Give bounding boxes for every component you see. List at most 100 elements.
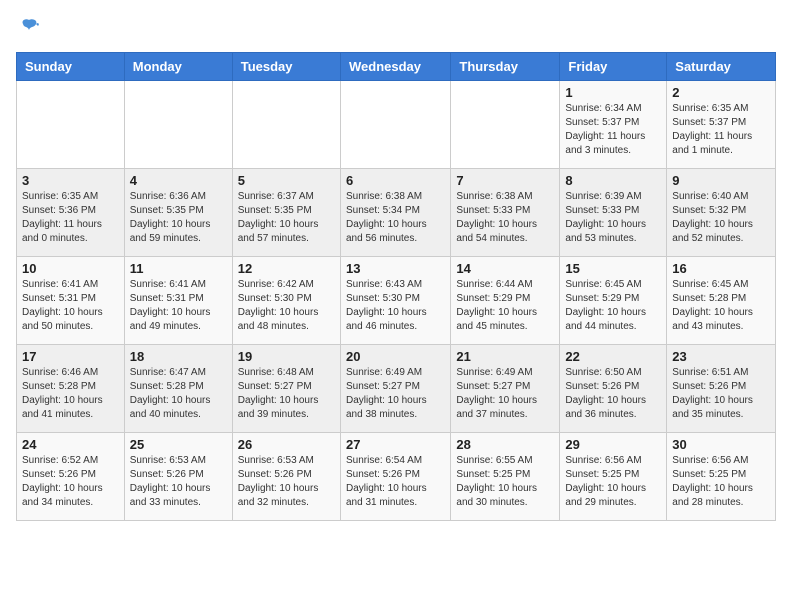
- day-info: Sunrise: 6:43 AM Sunset: 5:30 PM Dayligh…: [346, 278, 445, 334]
- header-monday: Monday: [124, 53, 232, 81]
- day-number: 25: [130, 437, 227, 452]
- calendar-cell: 22Sunrise: 6:50 AM Sunset: 5:26 PM Dayli…: [560, 345, 667, 433]
- header-thursday: Thursday: [451, 53, 560, 81]
- day-number: 29: [565, 437, 661, 452]
- day-info: Sunrise: 6:54 AM Sunset: 5:26 PM Dayligh…: [346, 454, 445, 510]
- calendar-cell: 1 Sunrise: 6:34 AM Sunset: 5:37 PM Daylig…: [560, 81, 667, 169]
- calendar-cell: 28 Sunrise: 6:55 AM Sunset: 5:25 PM Dayli…: [451, 433, 560, 521]
- calendar-cell: [124, 81, 232, 169]
- day-number: 4: [130, 173, 227, 188]
- day-info: Sunrise: 6:38 AM Sunset: 5:33 PM Dayligh…: [456, 190, 554, 246]
- day-number: 13: [346, 261, 445, 276]
- day-info: Sunrise: 6:35 AM Sunset: 5:36 PM Dayligh…: [22, 190, 119, 246]
- day-number: 12: [238, 261, 335, 276]
- day-number: 5: [238, 173, 335, 188]
- calendar-cell: 27 Sunrise: 6:54 AM Sunset: 5:26 PM Dayli…: [340, 433, 450, 521]
- day-info: Sunrise: 6:45 AM Sunset: 5:28 PM Dayligh…: [672, 278, 770, 334]
- calendar-cell: 16 Sunrise: 6:45 AM Sunset: 5:28 PM Dayli…: [667, 257, 776, 345]
- day-number: 2: [672, 85, 770, 100]
- day-number: 11: [130, 261, 227, 276]
- calendar-cell: 8 Sunrise: 6:39 AM Sunset: 5:33 PM Daylig…: [560, 169, 667, 257]
- header-sunday: Sunday: [17, 53, 125, 81]
- day-number: 17: [22, 349, 119, 364]
- day-info: Sunrise: 6:53 AM Sunset: 5:26 PM Dayligh…: [238, 454, 335, 510]
- day-number: 15: [565, 261, 661, 276]
- header-wednesday: Wednesday: [340, 53, 450, 81]
- week-row-0: 1 Sunrise: 6:34 AM Sunset: 5:37 PM Daylig…: [17, 81, 776, 169]
- logo: [16, 16, 40, 44]
- calendar-cell: 25 Sunrise: 6:53 AM Sunset: 5:26 PM Dayli…: [124, 433, 232, 521]
- day-number: 23: [672, 349, 770, 364]
- calendar-cell: 4 Sunrise: 6:36 AM Sunset: 5:35 PM Daylig…: [124, 169, 232, 257]
- header-tuesday: Tuesday: [232, 53, 340, 81]
- day-info: Sunrise: 6:34 AM Sunset: 5:37 PM Dayligh…: [565, 102, 661, 158]
- day-number: 1: [565, 85, 661, 100]
- calendar-cell: [232, 81, 340, 169]
- calendar-cell: 18 Sunrise: 6:47 AM Sunset: 5:28 PM Dayli…: [124, 345, 232, 433]
- calendar-header-row: SundayMondayTuesdayWednesdayThursdayFrid…: [17, 53, 776, 81]
- day-info: Sunrise: 6:41 AM Sunset: 5:31 PM Dayligh…: [22, 278, 119, 334]
- day-info: Sunrise: 6:56 AM Sunset: 5:25 PM Dayligh…: [565, 454, 661, 510]
- week-row-3: 17 Sunrise: 6:46 AM Sunset: 5:28 PM Dayli…: [17, 345, 776, 433]
- calendar-cell: 7 Sunrise: 6:38 AM Sunset: 5:33 PM Daylig…: [451, 169, 560, 257]
- day-info: Sunrise: 6:38 AM Sunset: 5:34 PM Dayligh…: [346, 190, 445, 246]
- week-row-2: 10 Sunrise: 6:41 AM Sunset: 5:31 PM Dayli…: [17, 257, 776, 345]
- calendar-table: SundayMondayTuesdayWednesdayThursdayFrid…: [16, 52, 776, 521]
- calendar-cell: 17 Sunrise: 6:46 AM Sunset: 5:28 PM Dayli…: [17, 345, 125, 433]
- calendar-cell: [451, 81, 560, 169]
- day-info: Sunrise: 6:40 AM Sunset: 5:32 PM Dayligh…: [672, 190, 770, 246]
- day-number: 6: [346, 173, 445, 188]
- day-info: Sunrise: 6:46 AM Sunset: 5:28 PM Dayligh…: [22, 366, 119, 422]
- day-number: 9: [672, 173, 770, 188]
- header-saturday: Saturday: [667, 53, 776, 81]
- calendar-cell: 9 Sunrise: 6:40 AM Sunset: 5:32 PM Daylig…: [667, 169, 776, 257]
- calendar-cell: 21 Sunrise: 6:49 AM Sunset: 5:27 PM Dayli…: [451, 345, 560, 433]
- day-info: Sunrise: 6:51 AM Sunset: 5:26 PM Dayligh…: [672, 366, 770, 422]
- day-info: Sunrise: 6:53 AM Sunset: 5:26 PM Dayligh…: [130, 454, 227, 510]
- calendar-cell: 6 Sunrise: 6:38 AM Sunset: 5:34 PM Daylig…: [340, 169, 450, 257]
- day-info: Sunrise: 6:55 AM Sunset: 5:25 PM Dayligh…: [456, 454, 554, 510]
- day-info: Sunrise: 6:41 AM Sunset: 5:31 PM Dayligh…: [130, 278, 227, 334]
- day-info: Sunrise: 6:52 AM Sunset: 5:26 PM Dayligh…: [22, 454, 119, 510]
- day-info: Sunrise: 6:49 AM Sunset: 5:27 PM Dayligh…: [456, 366, 554, 422]
- day-info: Sunrise: 6:39 AM Sunset: 5:33 PM Dayligh…: [565, 190, 661, 246]
- day-info: Sunrise: 6:42 AM Sunset: 5:30 PM Dayligh…: [238, 278, 335, 334]
- page-header: [16, 16, 776, 44]
- day-number: 27: [346, 437, 445, 452]
- day-number: 19: [238, 349, 335, 364]
- week-row-1: 3 Sunrise: 6:35 AM Sunset: 5:36 PM Daylig…: [17, 169, 776, 257]
- day-number: 3: [22, 173, 119, 188]
- day-info: Sunrise: 6:44 AM Sunset: 5:29 PM Dayligh…: [456, 278, 554, 334]
- calendar-cell: 14Sunrise: 6:44 AM Sunset: 5:29 PM Dayli…: [451, 257, 560, 345]
- day-info: Sunrise: 6:36 AM Sunset: 5:35 PM Dayligh…: [130, 190, 227, 246]
- calendar-cell: 20Sunrise: 6:49 AM Sunset: 5:27 PM Dayli…: [340, 345, 450, 433]
- day-info: Sunrise: 6:47 AM Sunset: 5:28 PM Dayligh…: [130, 366, 227, 422]
- calendar-cell: 23 Sunrise: 6:51 AM Sunset: 5:26 PM Dayli…: [667, 345, 776, 433]
- header-friday: Friday: [560, 53, 667, 81]
- calendar-cell: 19Sunrise: 6:48 AM Sunset: 5:27 PM Dayli…: [232, 345, 340, 433]
- day-info: Sunrise: 6:35 AM Sunset: 5:37 PM Dayligh…: [672, 102, 770, 158]
- day-number: 21: [456, 349, 554, 364]
- calendar-cell: 5Sunrise: 6:37 AM Sunset: 5:35 PM Daylig…: [232, 169, 340, 257]
- day-number: 10: [22, 261, 119, 276]
- week-row-4: 24 Sunrise: 6:52 AM Sunset: 5:26 PM Dayli…: [17, 433, 776, 521]
- calendar-cell: 30Sunrise: 6:56 AM Sunset: 5:25 PM Dayli…: [667, 433, 776, 521]
- calendar-cell: 15 Sunrise: 6:45 AM Sunset: 5:29 PM Dayli…: [560, 257, 667, 345]
- calendar-cell: 26 Sunrise: 6:53 AM Sunset: 5:26 PM Dayli…: [232, 433, 340, 521]
- day-number: 30: [672, 437, 770, 452]
- calendar-cell: 11 Sunrise: 6:41 AM Sunset: 5:31 PM Dayli…: [124, 257, 232, 345]
- day-number: 28: [456, 437, 554, 452]
- logo-bird-icon: [18, 16, 40, 44]
- day-number: 8: [565, 173, 661, 188]
- day-number: 22: [565, 349, 661, 364]
- calendar-cell: 10 Sunrise: 6:41 AM Sunset: 5:31 PM Dayli…: [17, 257, 125, 345]
- day-number: 18: [130, 349, 227, 364]
- day-number: 16: [672, 261, 770, 276]
- calendar-cell: 2 Sunrise: 6:35 AM Sunset: 5:37 PM Daylig…: [667, 81, 776, 169]
- calendar-cell: 3 Sunrise: 6:35 AM Sunset: 5:36 PM Daylig…: [17, 169, 125, 257]
- day-number: 26: [238, 437, 335, 452]
- calendar-cell: 24 Sunrise: 6:52 AM Sunset: 5:26 PM Dayli…: [17, 433, 125, 521]
- day-number: 24: [22, 437, 119, 452]
- day-info: Sunrise: 6:45 AM Sunset: 5:29 PM Dayligh…: [565, 278, 661, 334]
- day-number: 7: [456, 173, 554, 188]
